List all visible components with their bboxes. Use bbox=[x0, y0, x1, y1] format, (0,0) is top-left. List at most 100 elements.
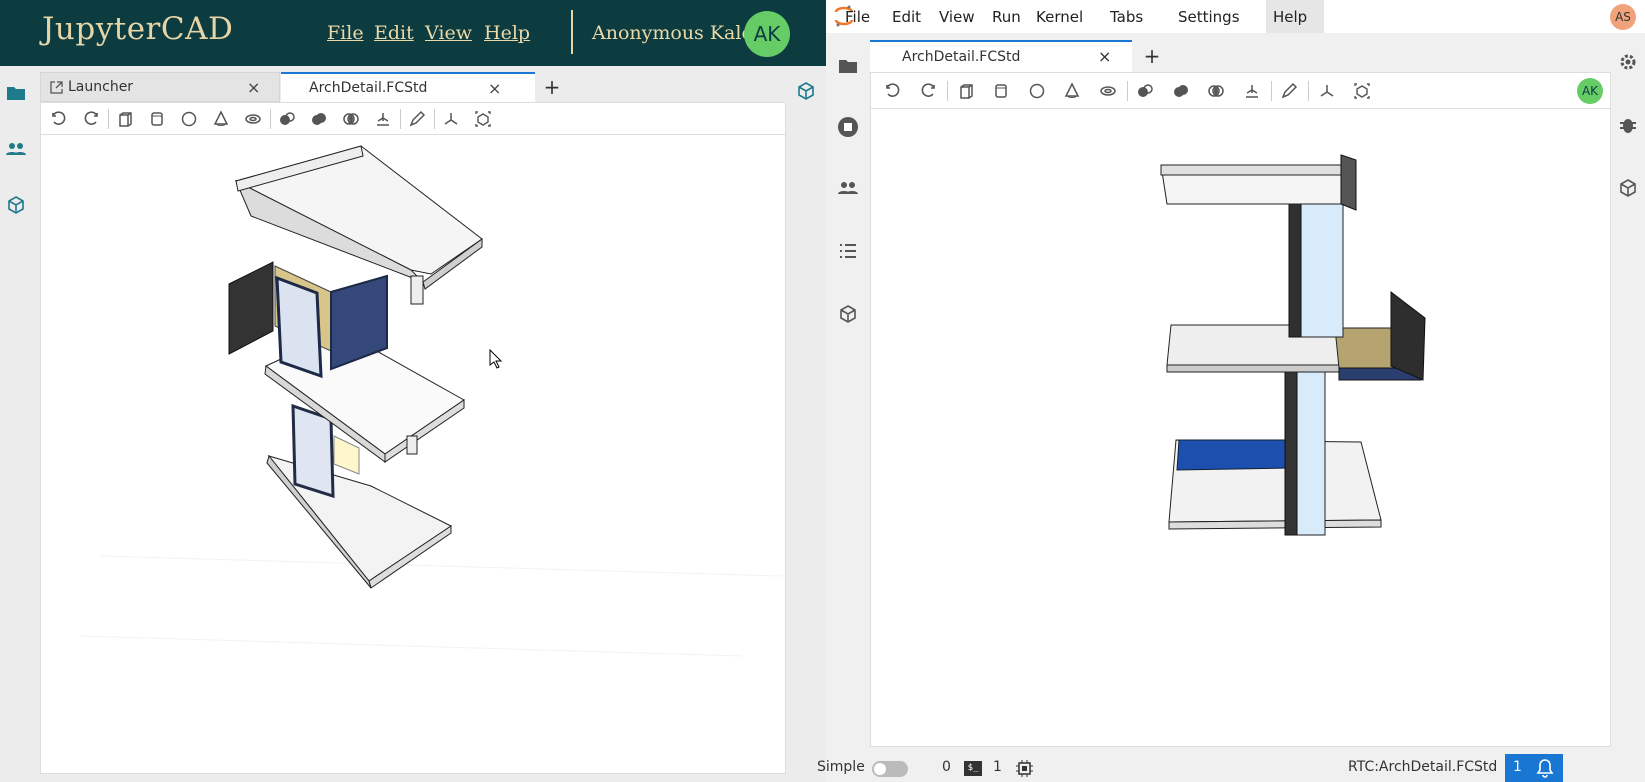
menu-kernel[interactable]: Kernel bbox=[1036, 8, 1083, 26]
3d-viewport[interactable] bbox=[41, 136, 785, 773]
folder-icon[interactable] bbox=[837, 55, 859, 77]
cad-panel: AK bbox=[870, 72, 1611, 747]
axes-icon bbox=[1320, 85, 1334, 97]
cube-icon[interactable] bbox=[837, 303, 859, 325]
menu-help[interactable]: Help bbox=[484, 22, 530, 44]
cone-button[interactable] bbox=[1055, 75, 1091, 107]
user-avatar[interactable]: AK bbox=[744, 11, 790, 57]
extrude-button[interactable] bbox=[1163, 75, 1199, 107]
cube-icon[interactable] bbox=[795, 80, 817, 102]
gear-icon[interactable] bbox=[1617, 51, 1639, 73]
menu-edit[interactable]: Edit bbox=[374, 22, 414, 44]
extrude-icon bbox=[312, 113, 326, 125]
add-tab-button[interactable]: + bbox=[538, 72, 566, 102]
menu-edit[interactable]: Edit bbox=[892, 8, 921, 26]
cylinder-button[interactable] bbox=[141, 103, 173, 135]
close-icon[interactable]: × bbox=[488, 79, 501, 98]
undo-button[interactable] bbox=[43, 103, 75, 135]
box-button[interactable] bbox=[948, 75, 984, 107]
sketch-button[interactable] bbox=[401, 103, 433, 135]
union-button[interactable] bbox=[335, 103, 367, 135]
cube-icon[interactable] bbox=[5, 194, 27, 216]
extrude-button[interactable] bbox=[303, 103, 335, 135]
mouse-cursor bbox=[489, 349, 503, 369]
notification-count: 1 bbox=[1513, 759, 1522, 775]
redo-button[interactable] bbox=[75, 103, 107, 135]
rtc-label: RTC:ArchDetail.FCStd bbox=[1348, 759, 1498, 775]
stop-circle-icon[interactable] bbox=[837, 116, 859, 138]
tab-archdetail[interactable]: ArchDetail.FCStd × bbox=[870, 40, 1132, 72]
torus-button[interactable] bbox=[237, 103, 269, 135]
cut-icon bbox=[1138, 84, 1153, 97]
3d-viewport[interactable] bbox=[871, 110, 1610, 746]
cylinder-icon bbox=[995, 84, 1007, 98]
box-icon bbox=[119, 112, 132, 127]
cut-button[interactable] bbox=[271, 103, 303, 135]
mode-label: Simple bbox=[817, 759, 865, 775]
menu-file[interactable]: File bbox=[845, 8, 870, 26]
cone-icon bbox=[1065, 82, 1080, 98]
union-icon bbox=[1208, 85, 1224, 97]
left-sidebar bbox=[826, 33, 870, 750]
users-icon[interactable] bbox=[5, 138, 27, 160]
header-divider bbox=[571, 10, 573, 54]
close-icon[interactable]: × bbox=[247, 78, 260, 97]
sketch-icon bbox=[409, 110, 426, 127]
sphere-icon bbox=[1029, 83, 1044, 99]
tab-archdetail[interactable]: ArchDetail.FCStd × bbox=[281, 72, 535, 102]
box-icon bbox=[960, 84, 973, 99]
tab-bar: ArchDetail.FCStd × + bbox=[870, 40, 1611, 72]
tab-label: ArchDetail.FCStd bbox=[902, 49, 1021, 65]
sphere-button[interactable] bbox=[173, 103, 205, 135]
redo-button[interactable] bbox=[911, 75, 947, 107]
cylinder-button[interactable] bbox=[984, 75, 1020, 107]
tab-bar: Launcher × ArchDetail.FCStd × + bbox=[40, 72, 786, 102]
explode-button[interactable] bbox=[467, 103, 499, 135]
axes-button[interactable] bbox=[435, 103, 467, 135]
cad-panel bbox=[40, 102, 786, 774]
menu-view[interactable]: View bbox=[425, 22, 472, 44]
status-bar: Simple 0 $_ 1 RTC:ArchDetail.FCStd 1 bbox=[817, 754, 1645, 782]
menu-help[interactable]: Help bbox=[1273, 8, 1307, 26]
sketch-button[interactable] bbox=[1272, 75, 1308, 107]
close-icon[interactable]: × bbox=[1098, 47, 1111, 66]
redo-icon bbox=[921, 83, 936, 97]
list-icon[interactable] bbox=[837, 240, 859, 262]
terminal-icon: $_ bbox=[964, 761, 982, 776]
tab-launcher[interactable]: Launcher × bbox=[40, 72, 280, 102]
undo-button[interactable] bbox=[875, 75, 911, 107]
intersection-button[interactable] bbox=[1234, 75, 1270, 107]
menu-tabs[interactable]: Tabs bbox=[1110, 8, 1143, 26]
add-tab-button[interactable]: + bbox=[1138, 42, 1166, 70]
cube-icon[interactable] bbox=[1617, 177, 1639, 199]
3d-model-render bbox=[1160, 154, 1426, 536]
app-header: JupyterCAD File Edit View Help Anonymous… bbox=[0, 0, 826, 66]
simple-mode-toggle[interactable] bbox=[872, 761, 908, 777]
menu-bar: File Edit View Run Kernel Tabs Settings … bbox=[826, 0, 1645, 33]
launch-icon bbox=[50, 81, 63, 94]
collaborator-avatar[interactable]: AK bbox=[1577, 78, 1603, 104]
box-button[interactable] bbox=[109, 103, 141, 135]
torus-icon bbox=[1100, 86, 1116, 96]
notification-button[interactable]: 1 bbox=[1505, 754, 1563, 782]
explode-button[interactable] bbox=[1345, 75, 1381, 107]
cone-button[interactable] bbox=[205, 103, 237, 135]
sketch-icon bbox=[1281, 82, 1298, 99]
menu-run[interactable]: Run bbox=[992, 8, 1021, 26]
union-button[interactable] bbox=[1199, 75, 1235, 107]
users-icon[interactable] bbox=[837, 177, 859, 199]
bug-icon[interactable] bbox=[1617, 114, 1639, 136]
intersection-button[interactable] bbox=[367, 103, 399, 135]
torus-button[interactable] bbox=[1090, 75, 1126, 107]
menu-view[interactable]: View bbox=[939, 8, 975, 26]
user-avatar[interactable]: AS bbox=[1610, 4, 1636, 30]
sphere-button[interactable] bbox=[1019, 75, 1055, 107]
menu-settings[interactable]: Settings bbox=[1178, 8, 1240, 26]
axes-button[interactable] bbox=[1309, 75, 1345, 107]
cut-icon bbox=[280, 112, 295, 125]
folder-icon[interactable] bbox=[5, 82, 27, 104]
jupytercad-window: JupyterCAD File Edit View Help Anonymous… bbox=[0, 0, 826, 782]
axes-icon bbox=[444, 113, 458, 125]
menu-file[interactable]: File bbox=[327, 22, 364, 44]
cut-button[interactable] bbox=[1128, 75, 1164, 107]
